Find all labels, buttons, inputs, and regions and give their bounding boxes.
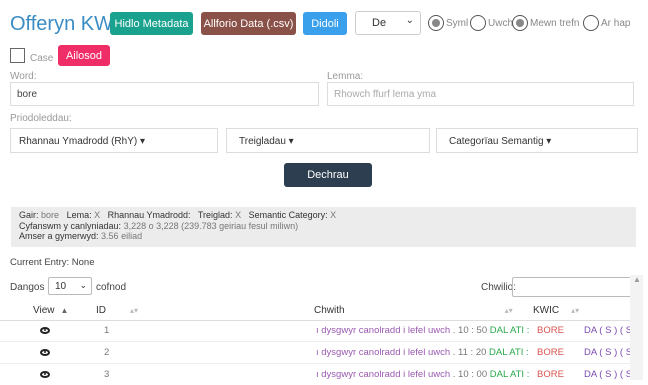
radio-simple[interactable]: Syml xyxy=(428,12,468,34)
radio-circle-icon xyxy=(470,15,486,31)
eye-icon[interactable] xyxy=(40,349,50,356)
scroll-up-icon[interactable]: ▲ xyxy=(633,275,641,284)
case-checkbox[interactable] xyxy=(10,48,25,63)
row-id: 1 xyxy=(104,325,110,336)
table-row[interactable]: 3 ı dysgwyr canolradd i lefel uwch . 10 … xyxy=(0,365,640,385)
filter-metadata-button[interactable]: Hidlo Metadata xyxy=(110,12,193,35)
table-search-input[interactable] xyxy=(512,277,632,297)
sort-direction-value: De xyxy=(372,17,387,29)
radio-advanced[interactable]: Uwch xyxy=(470,12,513,34)
pos-dropdown[interactable]: Rhannau Ymadrodd (RhY) ▾ xyxy=(10,128,218,153)
show-entries-label: Dangos xyxy=(10,282,45,293)
radio-advanced-label: Uwch xyxy=(488,17,514,29)
radio-ordered[interactable]: Mewn trefn xyxy=(512,12,579,34)
left-context: ı dysgwyr canolradd i lefel uwch . 11 : … xyxy=(316,347,529,358)
lemma-label: Lemma: xyxy=(327,71,364,82)
sort-button[interactable]: Didoli xyxy=(303,12,347,35)
results-summary: Gair: bore Lema: X Rhannau Ymadrodd: Tre… xyxy=(11,207,636,247)
radio-random-label: Ar hap xyxy=(601,17,631,29)
radio-simple-label: Syml xyxy=(446,17,469,29)
kwic-keyword: BORE xyxy=(537,369,564,380)
sort-asc-icon: ▲ xyxy=(60,306,69,315)
reset-button[interactable]: Ailosod xyxy=(58,45,110,66)
export-csv-button[interactable]: Allforio Data (.csv) xyxy=(201,12,296,35)
row-id: 3 xyxy=(104,369,110,380)
sort-icon: ▴▾ xyxy=(130,306,139,315)
sort-icon: ▴▾ xyxy=(571,306,580,315)
kwic-keyword: BORE xyxy=(537,347,564,358)
column-header-kwic[interactable]: KWIC ▴▾ xyxy=(533,305,579,316)
radio-circle-icon xyxy=(428,15,444,31)
vertical-scrollbar[interactable]: ▲ xyxy=(630,275,643,380)
left-context: ı dysgwyr canolradd i lefel uwch . 10 : … xyxy=(316,369,530,380)
caret-down-icon: ▾ xyxy=(285,136,294,147)
chevron-down-icon: ⌄ xyxy=(79,280,87,290)
radio-random[interactable]: Ar hap xyxy=(583,12,630,34)
semantic-dropdown-label: Categorïau Semantig xyxy=(449,136,544,147)
page-size-select[interactable]: 10 ⌄ xyxy=(48,277,92,295)
eye-icon[interactable] xyxy=(40,327,50,334)
pos-dropdown-label: Rhannau Ymadrodd (RhY) xyxy=(19,136,138,147)
mutation-dropdown[interactable]: Treigladau ▾ xyxy=(226,128,430,153)
table-row[interactable]: 1 ı dysgwyr canolradd i lefel uwch . 10 … xyxy=(0,321,640,342)
page-size-value: 10 xyxy=(55,281,67,292)
chevron-down-icon: ⌄ xyxy=(405,15,414,26)
table-row[interactable]: 2 ı dysgwyr canolradd i lefel uwch . 11 … xyxy=(0,343,640,364)
word-label: Word: xyxy=(10,71,37,82)
radio-circle-icon xyxy=(512,15,528,31)
sort-icon: ▴▾ xyxy=(504,306,513,315)
attributes-label: Priodoleddau: xyxy=(10,113,72,124)
column-header-id[interactable]: ID ▴▾ xyxy=(96,305,138,316)
lemma-input[interactable]: Rhowch ffurf lema yma xyxy=(327,82,634,106)
start-button[interactable]: Dechrau xyxy=(284,163,372,187)
left-context: ı dysgwyr canolradd i lefel uwch . 10 : … xyxy=(316,325,530,336)
mutation-dropdown-label: Treigladau xyxy=(239,136,286,147)
column-header-left[interactable]: Chwith ▴▾ xyxy=(314,305,513,316)
caret-down-icon: ▾ xyxy=(137,136,146,147)
semantic-dropdown[interactable]: Categorïau Semantig ▾ xyxy=(436,128,638,153)
radio-ordered-label: Mewn trefn xyxy=(530,17,580,29)
radio-circle-icon xyxy=(583,15,599,31)
row-id: 2 xyxy=(104,347,110,358)
word-input[interactable]: bore xyxy=(10,82,319,106)
case-label: Case xyxy=(30,53,54,64)
current-entry: Current Entry: None xyxy=(10,257,95,268)
caret-down-icon: ▾ xyxy=(543,136,552,147)
records-label: cofnod xyxy=(96,282,127,293)
table-search-label: Chwilio: xyxy=(481,282,517,293)
sort-direction-select[interactable]: De ⌄ xyxy=(355,11,421,35)
column-header-view[interactable]: View ▲ xyxy=(33,305,68,316)
kwic-keyword: BORE xyxy=(537,325,564,336)
eye-icon[interactable] xyxy=(40,371,50,378)
